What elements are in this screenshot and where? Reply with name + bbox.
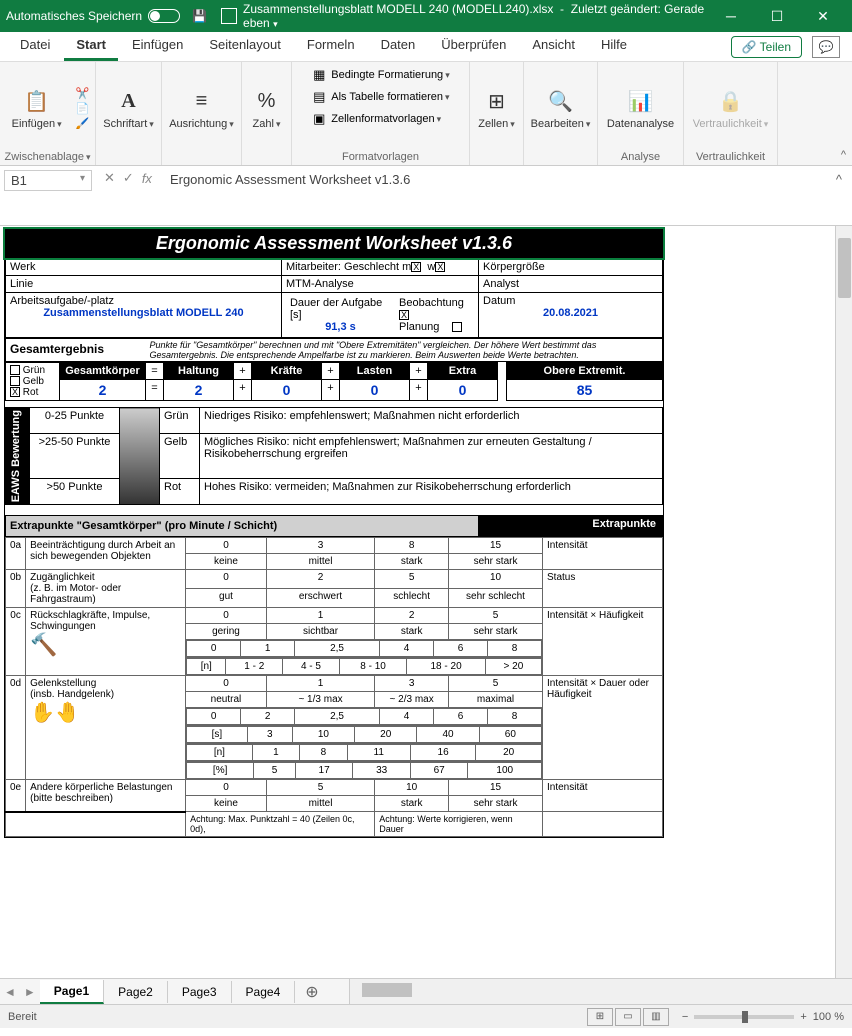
cells-button[interactable]: ⊞Zellen: [472, 86, 521, 132]
number-button[interactable]: %Zahl: [247, 86, 287, 132]
tab-formeln[interactable]: Formeln: [295, 31, 367, 61]
group-clipboard-label: Zwischenablage ▾: [4, 151, 90, 163]
mitarbeiter-cell: Mitarbeiter: Geschlecht mX wX: [281, 259, 478, 276]
tab-hilfe[interactable]: Hilfe: [589, 31, 639, 61]
group-analyse-label: Analyse: [621, 151, 660, 163]
aufgabe-cell: Arbeitsaufgabe/-platz Zusammenstellungsb…: [6, 293, 282, 338]
sheet-tab-page2[interactable]: Page2: [104, 981, 168, 1003]
gesamt-note: Punkte für "Gesamtkörper" berechnen und …: [146, 339, 663, 362]
format-painter-icon[interactable]: 🖌️: [76, 117, 90, 130]
extra-header-right: Extrapunkte: [479, 516, 663, 537]
tab-ansicht[interactable]: Ansicht: [520, 31, 587, 61]
align-icon: ≡: [188, 88, 216, 116]
percent-icon: %: [253, 88, 281, 116]
name-box[interactable]: B1 ▾: [4, 170, 92, 191]
status-bar: Bereit ⊞ ▭ ▥ − + 100 %: [0, 1004, 852, 1028]
group-styles-label: Formatvorlagen: [342, 151, 419, 163]
alignment-button[interactable]: ≡Ausrichtung: [163, 86, 240, 132]
tab-einfuegen[interactable]: Einfügen: [120, 31, 195, 61]
sheet-tab-page3[interactable]: Page3: [168, 981, 232, 1003]
analysis-icon: 📊: [627, 88, 655, 116]
excel-file-icon: [221, 8, 237, 24]
tab-ueberpruefen[interactable]: Überprüfen: [429, 31, 518, 61]
formula-input[interactable]: Ergonomic Assessment Worksheet v1.3.6: [164, 170, 830, 189]
autosave-toggle[interactable]: Automatisches Speichern: [6, 9, 180, 23]
tab-seitenlayout[interactable]: Seitenlayout: [197, 31, 293, 61]
sheet-tab-bar: ◄ ► Page1 Page2 Page3 Page4 ⊕: [0, 978, 852, 1004]
cancel-formula-icon[interactable]: ✕: [104, 170, 115, 186]
title-bar: Automatisches Speichern 💾 Zusammenstellu…: [0, 0, 852, 32]
werk-label: Werk: [6, 259, 282, 276]
vertical-scrollbar[interactable]: [835, 226, 852, 978]
cells-icon: ⊞: [483, 88, 511, 116]
sheet-tab-page1[interactable]: Page1: [40, 980, 104, 1004]
sheet-nav-next[interactable]: ►: [20, 985, 40, 999]
format-as-table[interactable]: ▤Als Tabelle formatieren: [309, 88, 451, 106]
cond-format-icon: ▦: [311, 67, 327, 83]
close-button[interactable]: ✕: [800, 0, 846, 32]
zoom-level[interactable]: 100 %: [813, 1011, 844, 1023]
tab-start[interactable]: Start: [64, 31, 118, 61]
toggle-icon[interactable]: [148, 9, 180, 23]
sheet-nav-prev[interactable]: ◄: [0, 985, 20, 999]
zoom-out-button[interactable]: −: [682, 1011, 688, 1023]
add-sheet-button[interactable]: ⊕: [295, 982, 328, 1002]
share-button[interactable]: 🔗 Teilen: [731, 36, 802, 58]
mtm-label: MTM-Analyse: [281, 276, 478, 293]
edit-icon: 🔍: [547, 88, 575, 116]
ribbon-expand-icon[interactable]: ^: [841, 149, 846, 161]
font-button[interactable]: ASchriftart: [97, 86, 160, 132]
ribbon-tabs: Datei Start Einfügen Seitenlayout Formel…: [0, 32, 852, 62]
paste-button[interactable]: 📋 Einfügen: [6, 86, 68, 132]
copy-icon[interactable]: 📄: [76, 102, 90, 115]
tab-daten[interactable]: Daten: [369, 31, 428, 61]
clipboard-icon: 📋: [23, 88, 51, 116]
window-title: Zusammenstellungsblatt MODELL 240 (MODEL…: [243, 2, 708, 30]
minimize-button[interactable]: ─: [708, 0, 754, 32]
data-analysis-button[interactable]: 📊Datenanalyse: [601, 86, 680, 132]
hammer-icon: 🔨: [30, 632, 57, 657]
autosave-label: Automatisches Speichern: [6, 9, 142, 23]
cut-icon[interactable]: ✂️: [76, 87, 90, 100]
view-normal-button[interactable]: ⊞: [587, 1008, 613, 1026]
gesamt-heading: Gesamtergebnis: [6, 339, 146, 362]
conditional-formatting[interactable]: ▦Bedingte Formatierung: [309, 66, 451, 84]
formula-collapse-icon[interactable]: ^: [830, 170, 848, 189]
worksheet[interactable]: Ergonomic Assessment Worksheet v1.3.6 We…: [0, 226, 852, 978]
wrist-icon: ✋🤚: [30, 702, 80, 724]
koerper-label: Körpergröße: [479, 259, 663, 276]
horizontal-scrollbar[interactable]: [349, 979, 852, 1004]
zoom-in-button[interactable]: +: [800, 1011, 806, 1023]
fx-icon[interactable]: fx: [142, 171, 152, 186]
accept-formula-icon[interactable]: ✓: [123, 170, 134, 186]
linie-label: Linie: [6, 276, 282, 293]
tab-datei[interactable]: Datei: [8, 31, 62, 61]
sheet-tab-page4[interactable]: Page4: [232, 981, 296, 1003]
analyst-label: Analyst: [479, 276, 663, 293]
editing-button[interactable]: 🔍Bearbeiten: [525, 86, 597, 132]
view-page-layout-button[interactable]: ▭: [615, 1008, 641, 1026]
font-icon: A: [115, 88, 143, 116]
view-page-break-button[interactable]: ▥: [643, 1008, 669, 1026]
extra-header-left: Extrapunkte "Gesamtkörper" (pro Minute /…: [6, 516, 479, 537]
sensitivity-button[interactable]: 🔒Vertraulichkeit: [687, 86, 775, 132]
maximize-button[interactable]: ☐: [754, 0, 800, 32]
comments-button[interactable]: 💬: [812, 36, 840, 58]
table-icon: ▤: [311, 89, 327, 105]
save-icon[interactable]: 💾: [192, 9, 207, 23]
eaws-label: EAWS Bewertung: [10, 410, 22, 502]
group-sensitivity-label: Vertraulichkeit: [696, 151, 765, 163]
formula-bar: B1 ▾ ✕ ✓ fx Ergonomic Assessment Workshe…: [0, 166, 852, 226]
zoom-slider[interactable]: [694, 1015, 794, 1019]
status-ready: Bereit: [8, 1011, 37, 1023]
cell-styles[interactable]: ▣Zellenformatvorlagen: [309, 110, 443, 128]
styles-icon: ▣: [311, 111, 327, 127]
sensitivity-icon: 🔒: [717, 88, 745, 116]
doc-title: Ergonomic Assessment Worksheet v1.3.6: [5, 229, 663, 258]
ribbon: 📋 Einfügen ✂️ 📄 🖌️ Zwischenablage ▾ ASch…: [0, 62, 852, 166]
